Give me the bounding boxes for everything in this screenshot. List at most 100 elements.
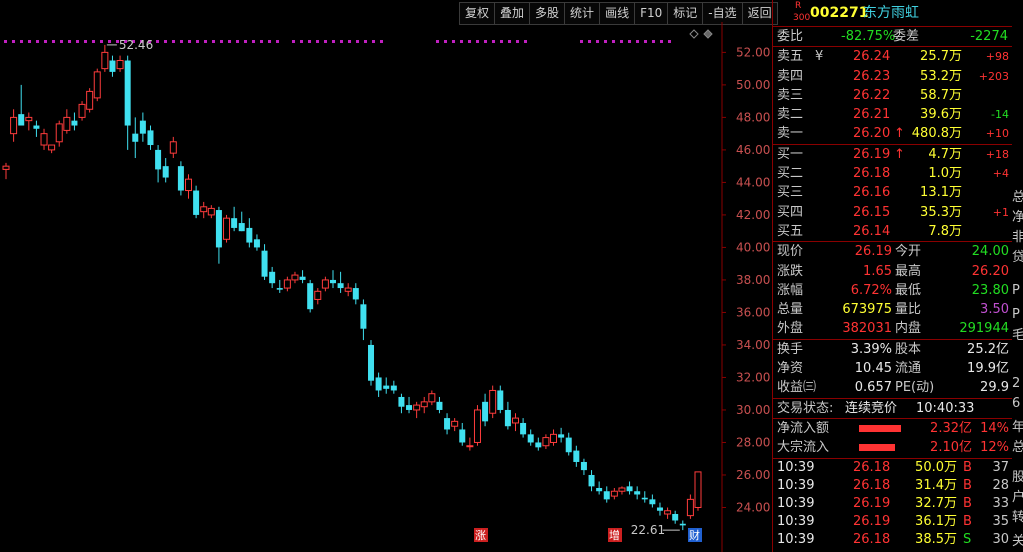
candle-body-down[interactable] — [459, 429, 466, 443]
candle-body-down[interactable] — [580, 461, 587, 471]
candle-body-up[interactable] — [413, 404, 421, 411]
toolbar-button-7[interactable]: -自选 — [703, 3, 743, 24]
buy-price[interactable]: 26.19 — [853, 145, 890, 164]
candle-body-down[interactable] — [603, 491, 610, 500]
candle-body-down[interactable] — [193, 190, 200, 215]
candle-body-up[interactable] — [55, 123, 63, 143]
candle-body-up[interactable] — [185, 178, 193, 192]
candle-body-up[interactable] — [344, 287, 352, 292]
candle-body-down[interactable] — [215, 210, 222, 248]
candle-body-up[interactable] — [78, 103, 86, 118]
toolbar-button-5[interactable]: F10 — [635, 3, 669, 24]
candle-body-up[interactable] — [116, 60, 124, 70]
candle-body-down[interactable] — [71, 120, 78, 126]
candle-body-down[interactable] — [649, 499, 656, 505]
candle-body-down[interactable] — [444, 418, 451, 430]
candle-body-down[interactable] — [269, 271, 276, 284]
candle-body-down[interactable] — [352, 288, 359, 300]
candle-body-down[interactable] — [18, 114, 25, 126]
toolbar-button-4[interactable]: 画线 — [600, 3, 636, 24]
candle-body-up[interactable] — [2, 165, 10, 170]
buy-price[interactable]: 26.18 — [853, 164, 890, 183]
candle-body-up[interactable] — [466, 445, 474, 448]
sell-price[interactable]: 26.23 — [853, 67, 890, 86]
candle-body-down[interactable] — [390, 385, 397, 391]
candle-body-down[interactable] — [672, 513, 679, 521]
tick-list[interactable]: 10:39 26.18 50.0万 B 37 10:39 26.18 31.4万 B 28 10:3… — [773, 459, 1012, 549]
candle-body-down[interactable] — [307, 283, 314, 310]
candle-body-down[interactable] — [565, 437, 572, 453]
candle-body-up[interactable] — [93, 71, 101, 99]
candle-body-down[interactable] — [527, 434, 534, 443]
candle-body-down[interactable] — [375, 377, 382, 391]
candle-body-up[interactable] — [451, 420, 459, 427]
candle-body-up[interactable] — [511, 417, 519, 424]
candle-body-up[interactable] — [694, 471, 702, 508]
tick-row[interactable]: 10:39 26.18 38.5万 S 30 — [773, 531, 1012, 549]
sell-price[interactable]: 26.20 — [853, 124, 890, 143]
candle-body-down[interactable] — [155, 149, 162, 170]
candle-body-down[interactable] — [337, 283, 344, 289]
candle-body-down[interactable] — [329, 279, 336, 284]
toolbar-button-3[interactable]: 统计 — [565, 3, 601, 24]
candle-body-up[interactable] — [291, 274, 299, 281]
candle-body-down[interactable] — [162, 166, 169, 178]
candle-body-down[interactable] — [504, 409, 511, 427]
tick-row[interactable]: 10:39 26.19 32.7万 B 33 — [773, 495, 1012, 513]
candle-body-up[interactable] — [200, 206, 208, 213]
candle-body-down[interactable] — [253, 239, 260, 248]
candle-body-up[interactable] — [169, 141, 177, 154]
candle-body-down[interactable] — [124, 60, 131, 126]
candle-body-up[interactable] — [664, 510, 672, 515]
candle-body-down[interactable] — [535, 442, 542, 448]
candle-body-down[interactable] — [482, 401, 489, 422]
buy-price[interactable]: 26.15 — [853, 203, 890, 222]
candle-body-up[interactable] — [10, 116, 18, 135]
candle-body-down[interactable] — [436, 401, 443, 410]
candle-body-down[interactable] — [276, 288, 283, 290]
candle-body-up[interactable] — [40, 133, 48, 146]
candle-body-down[interactable] — [558, 434, 565, 438]
candle-body-down[interactable] — [132, 133, 139, 142]
candle-body-up[interactable] — [283, 279, 291, 289]
candle-body-up[interactable] — [618, 487, 626, 492]
candle-body-down[interactable] — [109, 60, 116, 72]
diamond-icon[interactable] — [689, 29, 699, 39]
toolbar-button-1[interactable]: 叠加 — [495, 3, 531, 24]
toolbar-button-0[interactable]: 复权 — [460, 3, 496, 24]
candle-body-down[interactable] — [573, 450, 580, 462]
candle-body-down[interactable] — [360, 304, 367, 329]
candle-body-down[interactable] — [261, 250, 268, 277]
kline-svg[interactable]: 52.00 50.00 48.00 46.00 44.00 42.00 40.00 38.00… — [0, 22, 770, 552]
candle-body-down[interactable] — [406, 405, 413, 410]
candle-body-down[interactable] — [398, 396, 405, 407]
candle-body-down[interactable] — [368, 344, 375, 381]
kline-chart[interactable]: 52.00 50.00 48.00 46.00 44.00 42.00 40.00 38.00… — [0, 22, 770, 552]
candle-body-down[interactable] — [520, 422, 527, 435]
candle-body-up[interactable] — [48, 144, 56, 151]
candle-body-down[interactable] — [33, 125, 40, 129]
sell-price[interactable]: 26.21 — [853, 105, 890, 124]
buy-price[interactable]: 26.16 — [853, 183, 890, 202]
candle-body-up[interactable] — [63, 116, 71, 131]
candle-body-up[interactable] — [550, 433, 558, 443]
candle-body-down[interactable] — [596, 487, 603, 492]
candle-body-up[interactable] — [686, 498, 694, 517]
candle-body-down[interactable] — [383, 385, 390, 389]
diamond-filled-icon[interactable] — [703, 29, 713, 39]
candle-body-up[interactable] — [223, 217, 231, 240]
tick-row[interactable]: 10:39 26.18 50.0万 B 37 — [773, 459, 1012, 477]
candle-body-up[interactable] — [86, 90, 94, 110]
candle-body-down[interactable] — [641, 497, 648, 500]
buy-price[interactable]: 26.14 — [853, 222, 890, 241]
stock-name[interactable]: 东方雨虹 — [863, 0, 919, 26]
candle-body-up[interactable] — [101, 51, 109, 70]
candle-body-down[interactable] — [238, 223, 245, 232]
candle-body-down[interactable] — [147, 130, 154, 146]
candle-body-down[interactable] — [231, 218, 238, 228]
candle-body-down[interactable] — [588, 474, 595, 487]
candle-body-up[interactable] — [25, 116, 33, 122]
candle-body-up[interactable] — [207, 207, 215, 216]
candle-body-up[interactable] — [542, 437, 550, 447]
candle-body-down[interactable] — [656, 507, 663, 511]
